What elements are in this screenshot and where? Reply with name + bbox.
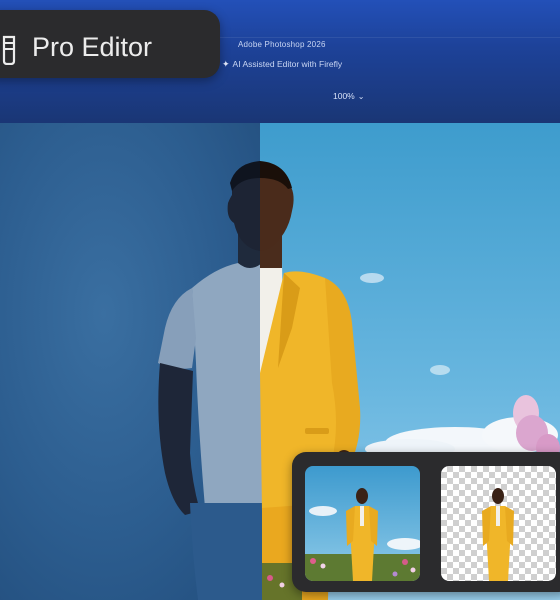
cutout-thumbnail[interactable] — [441, 466, 556, 581]
zoom-value: 100% — [333, 91, 355, 101]
brush-tools-icon — [2, 35, 16, 65]
image-canvas[interactable] — [0, 123, 560, 600]
app-title: Adobe Photoshop 2026 — [238, 40, 326, 49]
original-thumb-image — [305, 466, 420, 581]
preview-thumbnails — [292, 452, 560, 592]
original-thumbnail[interactable] — [305, 466, 420, 581]
mode-pill[interactable]: Pro Editor — [0, 10, 220, 78]
zoom-dropdown[interactable]: 100% ⌄ — [333, 91, 364, 101]
sparkle-icon: ✦ — [222, 59, 230, 69]
cutout-thumb-image — [482, 488, 514, 581]
mode-label: Pro Editor — [32, 32, 153, 62]
ai-assist-label[interactable]: ✦ AI Assisted Editor with Firefly — [222, 59, 402, 70]
ai-assist-text: AI Assisted Editor with Firefly — [232, 59, 343, 69]
chevron-down-icon: ⌄ — [357, 92, 365, 101]
